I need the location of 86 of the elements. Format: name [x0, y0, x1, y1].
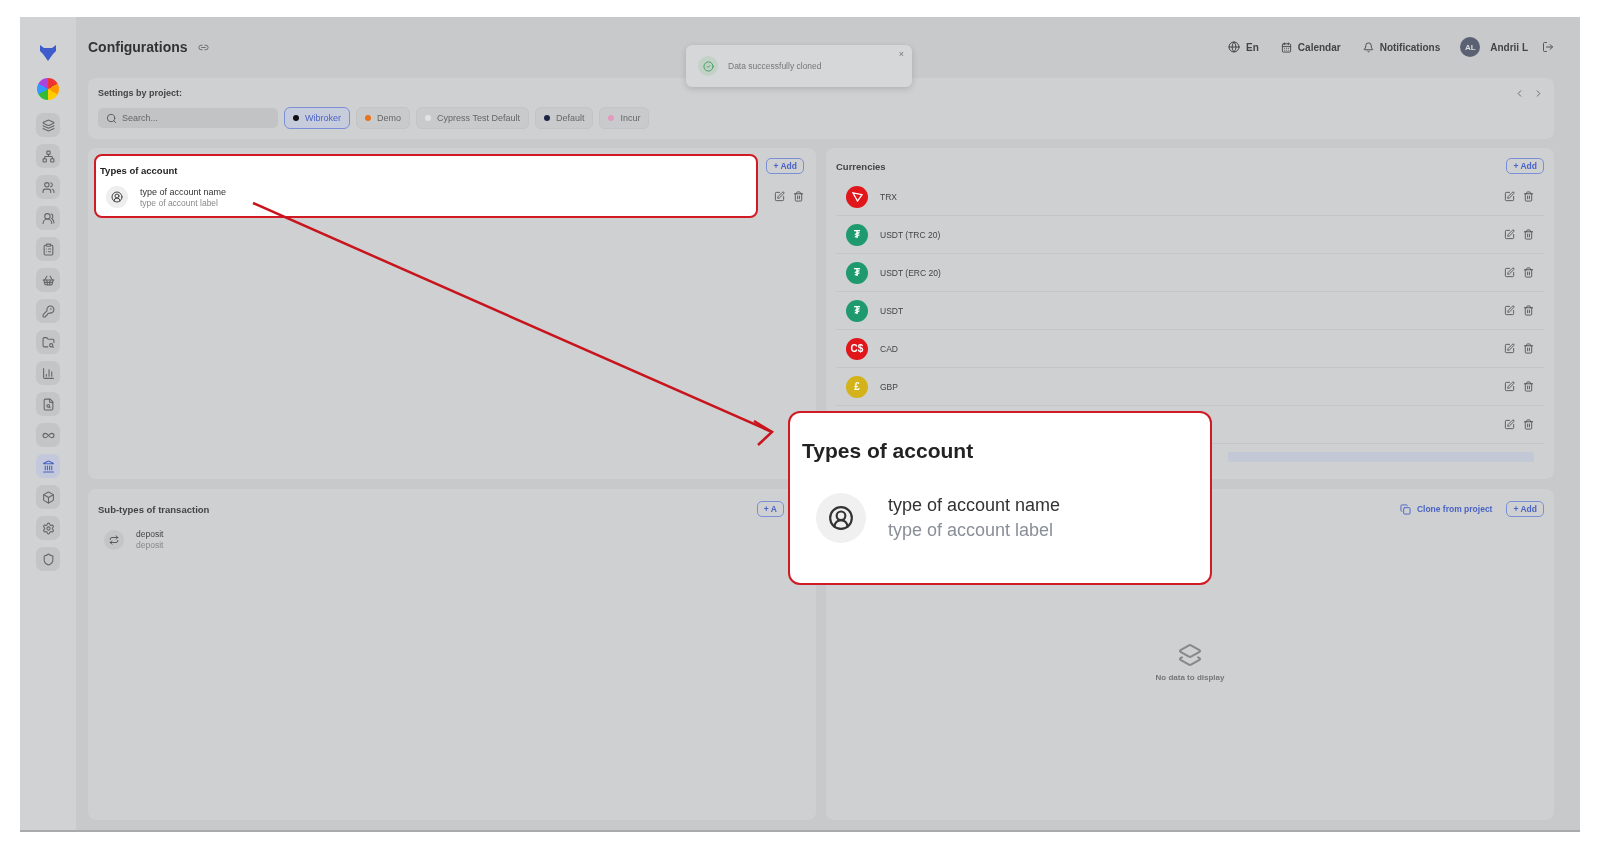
logout-icon[interactable]	[1542, 41, 1554, 53]
user-icon	[106, 186, 128, 208]
item-label: type of account label	[140, 197, 219, 208]
calendar-icon	[1280, 41, 1292, 53]
edit-button[interactable]	[1504, 381, 1515, 392]
project-tab[interactable]: Cypress Test Default	[416, 107, 529, 129]
currency-name: USDT (ERC 20)	[880, 267, 942, 278]
item-label: type of account label	[888, 520, 1055, 541]
settings-icon[interactable]	[36, 516, 60, 540]
project-tab[interactable]: Wibroker	[284, 107, 350, 129]
basket-icon[interactable]	[36, 268, 60, 292]
search-field[interactable]: Search...	[98, 108, 278, 128]
clipboard-icon[interactable]	[36, 237, 60, 261]
shield-icon[interactable]	[36, 547, 60, 571]
edit-button[interactable]	[774, 191, 785, 202]
currency-name: USDT	[880, 305, 905, 316]
user-icon	[816, 493, 866, 543]
bank-icon[interactable]	[36, 454, 60, 478]
cube-icon[interactable]	[36, 485, 60, 509]
item-name: type of account name	[140, 186, 227, 197]
currency-name: CAD	[880, 343, 899, 354]
currency-name: USDT (TRC 20)	[880, 229, 942, 240]
bell-icon	[1362, 41, 1374, 53]
notifications-button[interactable]: Notifications	[1362, 41, 1441, 53]
edit-button[interactable]	[1504, 229, 1515, 240]
calendar-button[interactable]: Calendar	[1280, 41, 1341, 53]
globe-icon	[1228, 41, 1241, 53]
toast-message: Data successfully cloned	[728, 61, 823, 71]
users-icon[interactable]	[36, 175, 60, 199]
callout-title: Types of account	[802, 439, 975, 463]
delete-button[interactable]	[1523, 343, 1534, 354]
delete-button[interactable]	[1523, 419, 1534, 430]
folder-icon[interactable]	[36, 330, 60, 354]
panel-title: Currencies	[836, 160, 886, 172]
add-button[interactable]: + Add	[766, 158, 804, 174]
network-icon[interactable]	[36, 144, 60, 168]
coin-icon: C$	[846, 337, 868, 360]
empty-message: No data to display	[1155, 673, 1225, 682]
fox-logo	[38, 43, 58, 63]
delete-button[interactable]	[1523, 381, 1534, 392]
page-title: Configurations	[88, 39, 188, 55]
user-avatar[interactable]: AL	[1460, 37, 1481, 57]
user-name[interactable]: Andrii L	[1490, 41, 1528, 53]
repeat-icon	[104, 529, 124, 550]
coin-icon: £	[846, 375, 868, 398]
edit-button[interactable]	[1504, 419, 1515, 430]
delete-button[interactable]	[793, 191, 804, 202]
search-icon	[106, 112, 117, 124]
item-label: deposit	[136, 540, 164, 550]
project-tab[interactable]: Incur	[599, 107, 650, 129]
close-button[interactable]: ×	[898, 49, 904, 59]
key-icon[interactable]	[36, 299, 60, 323]
layers-icon[interactable]	[36, 113, 60, 137]
edit-button[interactable]	[1504, 191, 1515, 202]
currency-name: GBP	[880, 381, 899, 392]
delete-button[interactable]	[1523, 229, 1534, 240]
language-button[interactable]: En	[1228, 41, 1259, 53]
edit-button[interactable]	[1504, 267, 1515, 278]
color-wheel-icon	[37, 78, 59, 100]
add-button[interactable]: + Add	[1506, 501, 1544, 517]
coin-icon: ₮	[846, 261, 868, 284]
coin-icon: ₮	[846, 299, 868, 322]
coin-icon: ₮	[846, 223, 868, 246]
infinity-icon[interactable]	[36, 423, 60, 447]
team-icon[interactable]	[36, 206, 60, 230]
project-tab[interactable]: Demo	[356, 107, 411, 129]
check-icon	[698, 56, 718, 76]
add-button[interactable]: + Add	[1506, 158, 1544, 174]
delete-button[interactable]	[1523, 305, 1534, 316]
panel-title: Sub-types of transaction	[98, 503, 210, 515]
item-name: deposit	[136, 529, 164, 539]
add-button[interactable]: + A	[756, 501, 784, 517]
item-name: type of account name	[888, 495, 1061, 516]
chart-icon[interactable]	[36, 361, 60, 385]
file-icon[interactable]	[36, 392, 60, 416]
copy-icon	[1399, 503, 1411, 515]
delete-button[interactable]	[1523, 191, 1534, 202]
empty-icon	[1178, 643, 1202, 667]
edit-button[interactable]	[1504, 305, 1515, 316]
project-tab[interactable]: Default	[534, 107, 594, 129]
currency-name: TRX	[880, 191, 898, 202]
settings-label: Settings by project:	[98, 88, 182, 99]
delete-button[interactable]	[1523, 267, 1534, 278]
edit-button[interactable]	[1504, 343, 1515, 354]
panel-title: Types of account	[100, 165, 179, 176]
clone-button[interactable]: Clone from project	[1399, 503, 1493, 515]
